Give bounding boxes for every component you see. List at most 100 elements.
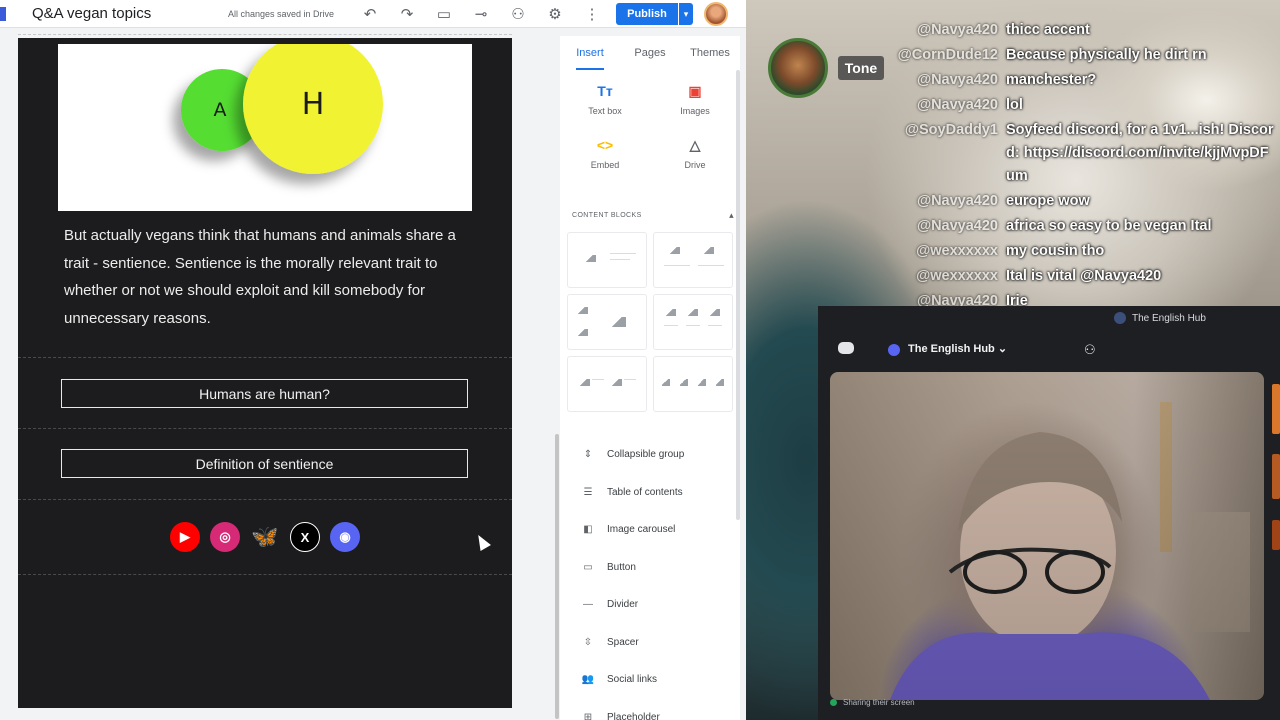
undo-icon[interactable]: ↶ [360,4,380,24]
publish-options-button[interactable]: ▾ [679,3,693,25]
content-blocks-grid [567,232,733,412]
chat-text: my cousin tho [1006,243,1105,259]
component-placeholder[interactable]: ⊞ Placeholder [560,699,740,720]
divider-icon: — [583,599,593,611]
tab-themes[interactable]: Themes [680,36,740,70]
component-divider[interactable]: — Divider [560,586,740,624]
section-divider [18,428,512,429]
more-icon[interactable]: ⋮ [582,4,602,24]
chat-username: @Navya420 [916,72,998,88]
chat-message: @CornDude12 Because physically he dirt rn [822,44,1274,67]
component-collapsible-group[interactable]: ⇕ Collapsible group [560,436,740,474]
insert-panel: Insert Pages Themes Tт Text box ▣ Images <> E… [560,36,740,720]
carousel-icon: ◧ [583,524,593,536]
insert-item-label: Images [680,106,710,116]
instagram-icon[interactable]: ◎ [210,522,240,552]
insert-text-box[interactable]: Tт Text box [560,82,650,116]
social-glyph: ◉ [339,529,351,544]
content-block-tile[interactable] [567,232,647,288]
chat-username: @wexxxxxx [916,268,998,284]
component-label: Spacer [607,636,639,648]
add-user-icon[interactable]: ⚇ [1084,342,1096,358]
humans-are-human-button[interactable]: Humans are human? [61,379,468,408]
component-table-of-contents[interactable]: ☰ Table of contents [560,474,740,512]
preview-icon[interactable]: ▭ [434,4,454,24]
component-spacer[interactable]: ⇳ Spacer [560,624,740,662]
text-box-icon: Tт [597,83,613,99]
body-paragraph[interactable]: But actually vegans think that humans an… [64,222,484,332]
webcam-shade [830,372,1264,700]
x-icon[interactable]: X [290,522,320,552]
redo-icon[interactable]: ↷ [397,4,417,24]
server-name[interactable]: The English Hub ⌄ [908,342,1007,355]
chat-message: @Navya420 manchester? [822,69,1274,92]
component-button[interactable]: ▭ Button [560,549,740,587]
edge-accent [1272,520,1280,550]
content-block-tile[interactable] [653,356,733,412]
insert-embed[interactable]: <> Embed [560,136,650,170]
chat-text: Because physically he dirt rn [1006,47,1207,63]
screen: Q&A vegan topics All changes saved in Dr… [0,0,1280,720]
venn-label-a: A [214,99,227,121]
tab-pages[interactable]: Pages [620,36,680,70]
panel-tabs: Insert Pages Themes [560,36,740,70]
insert-images[interactable]: ▣ Images [650,82,740,117]
settings-icon[interactable]: ⚙ [545,4,565,24]
youtube-icon[interactable]: ▶ [170,522,200,552]
content-blocks-header[interactable]: CONTENT BLOCKS ▴ [572,210,734,221]
link-icon[interactable]: ⊸ [471,4,491,24]
section-divider [18,574,512,575]
content-block-tile[interactable] [653,232,733,288]
component-image-carousel[interactable]: ◧ Image carousel [560,511,740,549]
toc-icon: ☰ [583,486,593,498]
venn-image[interactable]: A H [58,34,472,211]
site-title[interactable]: Q&A vegan topics [32,5,212,22]
tab-insert[interactable]: Insert [560,36,620,70]
social-glyph: ▶ [180,529,190,544]
content-block-tile[interactable] [653,294,733,350]
hub-icon [1114,312,1126,324]
insert-items: Tт Text box ▣ Images <> Embed △ Drive [560,82,740,171]
share-icon[interactable]: ⚇ [508,4,528,24]
chat-message: @Navya420 thicc accent [822,19,1274,42]
insert-drive[interactable]: △ Drive [650,136,740,171]
collapse-icon[interactable]: ▴ [729,210,734,221]
content-block-tile[interactable] [567,356,647,412]
component-label: Collapsible group [607,449,685,461]
toolbar-icons: ↶ ↷ ▭ ⊸ ⚇ ⚙ ⋮ [360,4,602,24]
chat-text: africa so easy to be vegan Ital [1006,218,1212,234]
chat-overlay: @Navya420 thicc accent @CornDude12 Because … [822,19,1274,315]
collapsible-icon: ⇕ [583,449,593,461]
component-social-links[interactable]: 👥 Social links [560,661,740,699]
server-icon [888,344,900,356]
chat-message: @wexxxxxx Ital is vital @Navya420 [822,265,1274,288]
embed-icon: <> [596,137,614,153]
insert-item-label: Embed [590,160,620,170]
social-glyph: X [300,529,310,545]
account-avatar[interactable] [704,2,728,26]
publish-button[interactable]: Publish [616,3,678,25]
content-blocks-heading: CONTENT BLOCKS [572,212,642,219]
discord-icon[interactable]: ◉ [330,522,360,552]
chat-username: @CornDude12 [897,47,998,63]
chat-message: @Navya420 europe wow [822,190,1274,213]
live-indicator-icon [830,699,837,706]
social-glyph: 🦋 [251,524,279,549]
sites-logo-icon[interactable] [0,6,6,21]
chat-text: lol [1006,97,1023,113]
sharing-status: Sharing their screen [830,698,915,707]
definition-of-sentience-button[interactable]: Definition of sentience [61,449,468,478]
chat-username: @Navya420 [916,22,998,38]
images-icon: ▣ [688,82,702,99]
hub-label: The English Hub [1132,312,1206,324]
chat-username: @Navya420 [916,218,998,234]
content-block-tile[interactable] [567,294,647,350]
canvas-scrollbar[interactable] [555,434,559,719]
bluesky-icon[interactable]: 🦋 [250,522,280,552]
discord-logo-icon[interactable] [838,342,854,354]
panel-scrollbar[interactable] [736,70,740,520]
discord-window: The English Hub The English Hub ⌄ ⚇ Shar… [818,306,1280,720]
venn-label-h: H [302,87,325,122]
drive-icon: △ [689,136,701,153]
chat-username: @wexxxxxx [916,243,998,259]
